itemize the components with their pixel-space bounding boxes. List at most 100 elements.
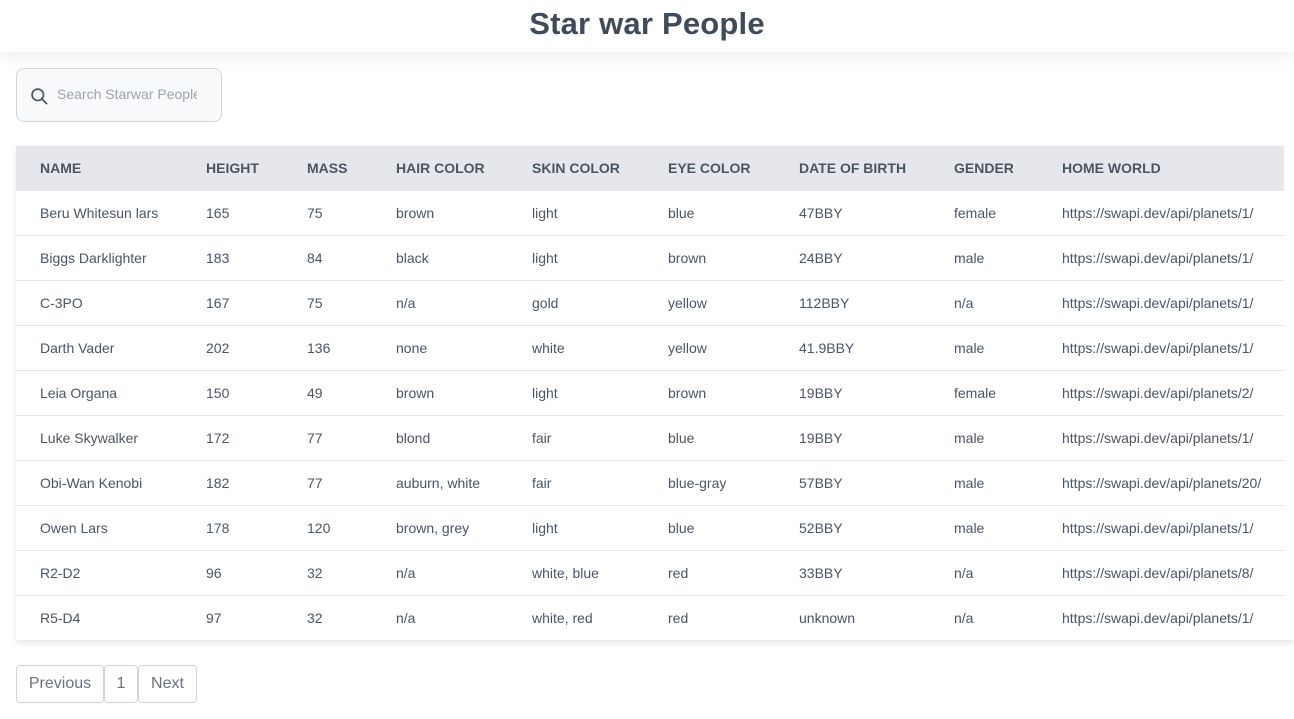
cell-hair-color: black — [396, 249, 429, 266]
cell-eye-color: brown — [668, 249, 707, 266]
cell-eye-color: yellow — [668, 294, 707, 311]
pagination: Previous 1 Next — [16, 665, 197, 703]
cell-height: 202 — [206, 339, 230, 356]
cell-height: 167 — [206, 294, 230, 311]
column-header-hair-color[interactable]: HAIR COLOR — [372, 146, 508, 190]
cell-height: 182 — [206, 474, 230, 491]
cell-hair-color: brown — [396, 384, 435, 401]
cell-skin-color: white, red — [532, 609, 593, 626]
cell-hair-color: n/a — [396, 564, 416, 581]
cell-mass: 84 — [307, 249, 323, 266]
column-header-eye-color[interactable]: EYE COLOR — [644, 146, 775, 190]
column-header-gender[interactable]: GENDER — [930, 146, 1038, 190]
cell-home-world: https://swapi.dev/api/planets/1/ — [1062, 429, 1254, 446]
previous-page-button[interactable]: Previous — [16, 665, 104, 703]
cell-gender: female — [954, 204, 997, 221]
cell-home-world: https://swapi.dev/api/planets/2/ — [1062, 384, 1254, 401]
cell-date-of-birth: 19BBY — [799, 429, 843, 446]
cell-name: R5-D4 — [40, 609, 81, 626]
table-row: Luke Skywalker 172 77 blond fair blue 19BBY mal… — [16, 415, 1284, 460]
cell-mass: 32 — [307, 564, 323, 581]
cell-date-of-birth: 52BBY — [799, 519, 843, 536]
cell-height: 96 — [206, 564, 222, 581]
cell-skin-color: fair — [532, 429, 552, 446]
cell-skin-color: gold — [532, 294, 559, 311]
cell-mass: 136 — [307, 339, 331, 356]
cell-gender: female — [954, 384, 997, 401]
cell-hair-color: blond — [396, 429, 431, 446]
column-header-date-of-birth[interactable]: DATE OF BIRTH — [775, 146, 930, 190]
cell-mass: 77 — [307, 429, 323, 446]
cell-home-world: https://swapi.dev/api/planets/20/ — [1062, 474, 1262, 491]
cell-name: Darth Vader — [40, 339, 115, 356]
cell-eye-color: red — [668, 564, 689, 581]
cell-eye-color: brown — [668, 384, 707, 401]
table-row: Beru Whitesun lars 165 75 brown light blue 47B… — [16, 190, 1284, 235]
table-row: Obi-Wan Kenobi 182 77 auburn, white fair blue… — [16, 460, 1284, 505]
table-row: R2-D2 96 32 n/a white, blue red 33BBY n/a https:… — [16, 550, 1284, 595]
cell-home-world: https://swapi.dev/api/planets/1/ — [1062, 249, 1254, 266]
cell-hair-color: n/a — [396, 609, 416, 626]
people-table: NAME HEIGHT MASS HAIR COLOR SKIN COLOR E… — [16, 146, 1284, 640]
cell-name: Owen Lars — [40, 519, 108, 536]
cell-hair-color: n/a — [396, 294, 416, 311]
table-row: Leia Organa 150 49 brown light brown 19BBY fema… — [16, 370, 1284, 415]
cell-mass: 77 — [307, 474, 323, 491]
cell-gender: male — [954, 429, 985, 446]
cell-skin-color: fair — [532, 474, 552, 491]
cell-mass: 75 — [307, 294, 323, 311]
cell-date-of-birth: 47BBY — [799, 204, 843, 221]
table-row: R5-D4 97 32 n/a white, red red unknown n/a https… — [16, 595, 1284, 640]
page-number-button[interactable]: 1 — [104, 665, 138, 703]
table-row: Biggs Darklighter 183 84 black light brown 24B… — [16, 235, 1284, 280]
cell-eye-color: yellow — [668, 339, 707, 356]
column-header-height[interactable]: HEIGHT — [182, 146, 283, 190]
cell-gender: male — [954, 249, 985, 266]
cell-height: 165 — [206, 204, 230, 221]
cell-home-world: https://swapi.dev/api/planets/1/ — [1062, 339, 1254, 356]
cell-mass: 49 — [307, 384, 323, 401]
page-title: Star war People — [529, 6, 765, 41]
cell-height: 178 — [206, 519, 230, 536]
cell-name: Luke Skywalker — [40, 429, 139, 446]
search-input[interactable] — [57, 86, 197, 102]
cell-home-world: https://swapi.dev/api/planets/8/ — [1062, 564, 1254, 581]
cell-height: 97 — [206, 609, 222, 626]
cell-date-of-birth: 112BBY — [799, 294, 850, 311]
column-header-name[interactable]: NAME — [16, 146, 182, 190]
cell-name: Leia Organa — [40, 384, 118, 401]
cell-hair-color: brown, grey — [396, 519, 470, 536]
cell-gender: male — [954, 519, 985, 536]
cell-mass: 32 — [307, 609, 323, 626]
cell-skin-color: white, blue — [532, 564, 599, 581]
cell-home-world: https://swapi.dev/api/planets/1/ — [1062, 519, 1254, 536]
cell-date-of-birth: 33BBY — [799, 564, 843, 581]
cell-name: C-3PO — [40, 294, 83, 311]
search-icon — [29, 86, 49, 106]
cell-skin-color: light — [532, 384, 558, 401]
cell-skin-color: light — [532, 519, 558, 536]
cell-name: Obi-Wan Kenobi — [40, 474, 143, 491]
column-header-home-world[interactable]: HOME WORLD — [1038, 146, 1284, 190]
next-page-button[interactable]: Next — [138, 665, 197, 703]
cell-gender: n/a — [954, 564, 974, 581]
cell-mass: 120 — [307, 519, 331, 536]
table-row: C-3PO 167 75 n/a gold yellow 112BBY n/a https://… — [16, 280, 1284, 325]
cell-skin-color: white — [532, 339, 565, 356]
cell-skin-color: light — [532, 204, 558, 221]
cell-hair-color: none — [396, 339, 428, 356]
cell-height: 183 — [206, 249, 230, 266]
column-header-mass[interactable]: MASS — [283, 146, 372, 190]
column-header-skin-color[interactable]: SKIN COLOR — [508, 146, 644, 190]
cell-eye-color: blue — [668, 519, 695, 536]
cell-eye-color: blue — [668, 204, 695, 221]
cell-gender: n/a — [954, 294, 974, 311]
cell-skin-color: light — [532, 249, 558, 266]
cell-gender: male — [954, 474, 985, 491]
cell-date-of-birth: 24BBY — [799, 249, 843, 266]
search-box[interactable] — [16, 68, 222, 122]
cell-hair-color: auburn, white — [396, 474, 481, 491]
cell-height: 172 — [206, 429, 230, 446]
cell-gender: male — [954, 339, 985, 356]
cell-name: Biggs Darklighter — [40, 249, 147, 266]
